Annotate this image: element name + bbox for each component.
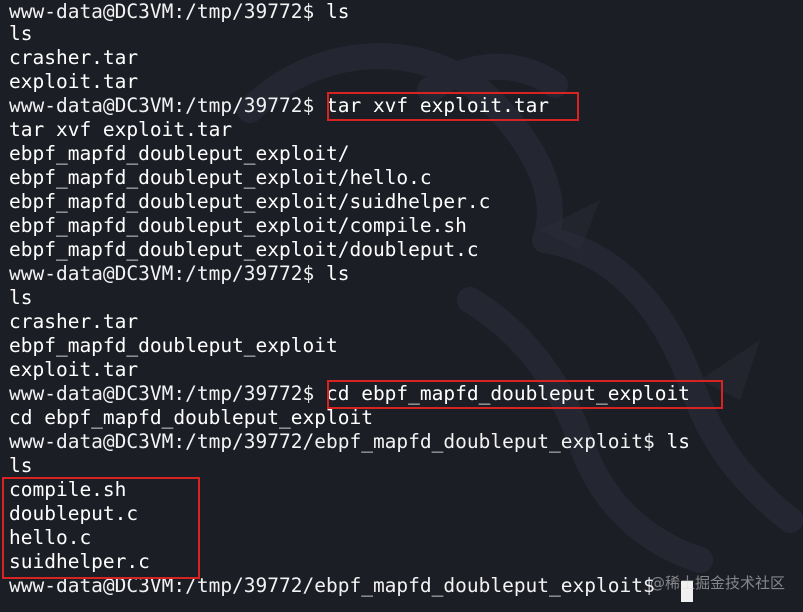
shell-prompt: www-data@DC3VM:/tmp/39772/ebpf_mapfd_dou… (9, 430, 667, 453)
output-line: doubleput.c (9, 502, 139, 525)
output-line: compile.sh (9, 478, 127, 501)
command-text: ls (666, 430, 690, 453)
output-line: ebpf_mapfd_doubleput_exploit/ (9, 142, 350, 165)
output-line: ls (9, 454, 33, 477)
output-line: exploit.tar (9, 358, 139, 381)
output-line: ls (9, 22, 33, 45)
command-text: cd ebpf_mapfd_doubleput_exploit (325, 382, 690, 405)
command-text: ls (325, 0, 350, 23)
output-line: ebpf_mapfd_doubleput_exploit/hello.c (9, 166, 432, 189)
output-line: hello.c (9, 526, 92, 549)
output-line: crasher.tar (9, 310, 139, 333)
output-line: exploit.tar (9, 70, 139, 93)
prompt-line: www-data@DC3VM:/tmp/39772$ cd ebpf_mapfd… (9, 382, 690, 406)
shell-prompt: www-data@DC3VM:/tmp/39772/ebpf_mapfd_dou… (9, 574, 667, 597)
prompt-line[interactable]: www-data@DC3VM:/tmp/39772/ebpf_mapfd_dou… (9, 574, 666, 598)
output-line: cd ebpf_mapfd_doubleput_exploit (9, 406, 373, 429)
output-line: tar xvf exploit.tar (9, 118, 233, 141)
output-line: ebpf_mapfd_doubleput_exploit (9, 334, 338, 357)
output-line: ebpf_mapfd_doubleput_exploit/doubleput.c (9, 238, 479, 261)
prompt-line: www-data@DC3VM:/tmp/39772/ebpf_mapfd_dou… (9, 430, 690, 454)
shell-prompt: www-data@DC3VM:/tmp/39772$ (9, 382, 326, 405)
output-line: suidhelper.c (9, 550, 150, 573)
output-line: ls (9, 286, 33, 309)
terminal-window[interactable]: www-data@DC3VM:/tmp/39772$ ls ls crasher… (0, 0, 803, 612)
prompt-line: www-data@DC3VM:/tmp/39772$ tar xvf explo… (9, 94, 549, 118)
output-line: ebpf_mapfd_doubleput_exploit/suidhelper.… (9, 190, 491, 213)
command-text: tar xvf exploit.tar (325, 94, 550, 117)
prompt-line: www-data@DC3VM:/tmp/39772$ ls (9, 0, 349, 24)
shell-prompt: www-data@DC3VM:/tmp/39772$ (9, 94, 326, 117)
shell-prompt: www-data@DC3VM:/tmp/39772$ (9, 0, 326, 23)
output-line: crasher.tar (9, 46, 139, 69)
command-text: ls (325, 262, 350, 285)
watermark: @稀土掘金技术社区 (649, 574, 785, 592)
output-line: ebpf_mapfd_doubleput_exploit/compile.sh (9, 214, 467, 237)
prompt-line: www-data@DC3VM:/tmp/39772$ ls (9, 262, 349, 286)
shell-prompt: www-data@DC3VM:/tmp/39772$ (9, 262, 326, 285)
